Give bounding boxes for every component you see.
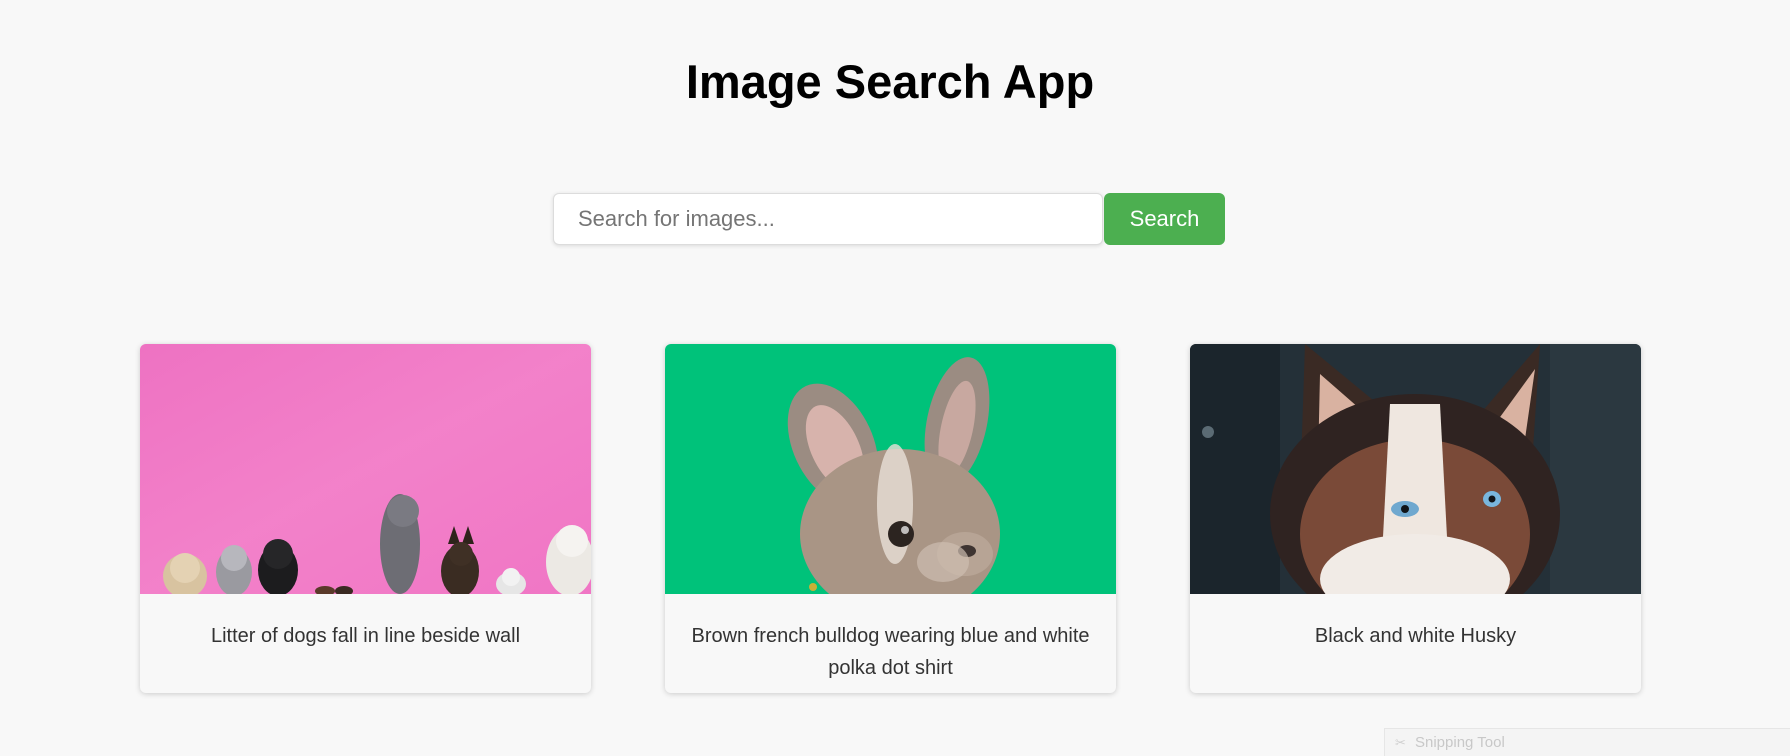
french-bulldog-image[interactable] bbox=[665, 344, 1116, 594]
search-bar: Search bbox=[553, 193, 1225, 245]
dogs-pink-wall-image[interactable] bbox=[140, 344, 591, 594]
image-card[interactable]: Litter of dogs fall in line beside wall bbox=[140, 344, 591, 693]
husky-image[interactable] bbox=[1190, 344, 1641, 594]
scissors-icon: ✂ bbox=[1395, 734, 1406, 750]
image-card[interactable]: Brown french bulldog wearing blue and wh… bbox=[665, 344, 1116, 693]
search-input[interactable] bbox=[553, 193, 1103, 245]
snipping-tool-notification[interactable]: ✂ Snipping Tool bbox=[1384, 728, 1790, 756]
snipping-tool-label: Snipping Tool bbox=[1415, 734, 1505, 751]
page-title: Image Search App bbox=[685, 55, 1095, 108]
app-page: Image Search App Search for images... Se… bbox=[0, 0, 1790, 756]
card-caption: Black and white Husky bbox=[1314, 625, 1517, 647]
card-caption: Brown french bulldog wearing blue and wh… bbox=[691, 625, 1090, 679]
card-caption: Litter of dogs fall in line beside wall bbox=[210, 625, 521, 647]
image-card[interactable]: Black and white Husky bbox=[1190, 344, 1641, 693]
search-button[interactable]: Search bbox=[1104, 193, 1225, 245]
